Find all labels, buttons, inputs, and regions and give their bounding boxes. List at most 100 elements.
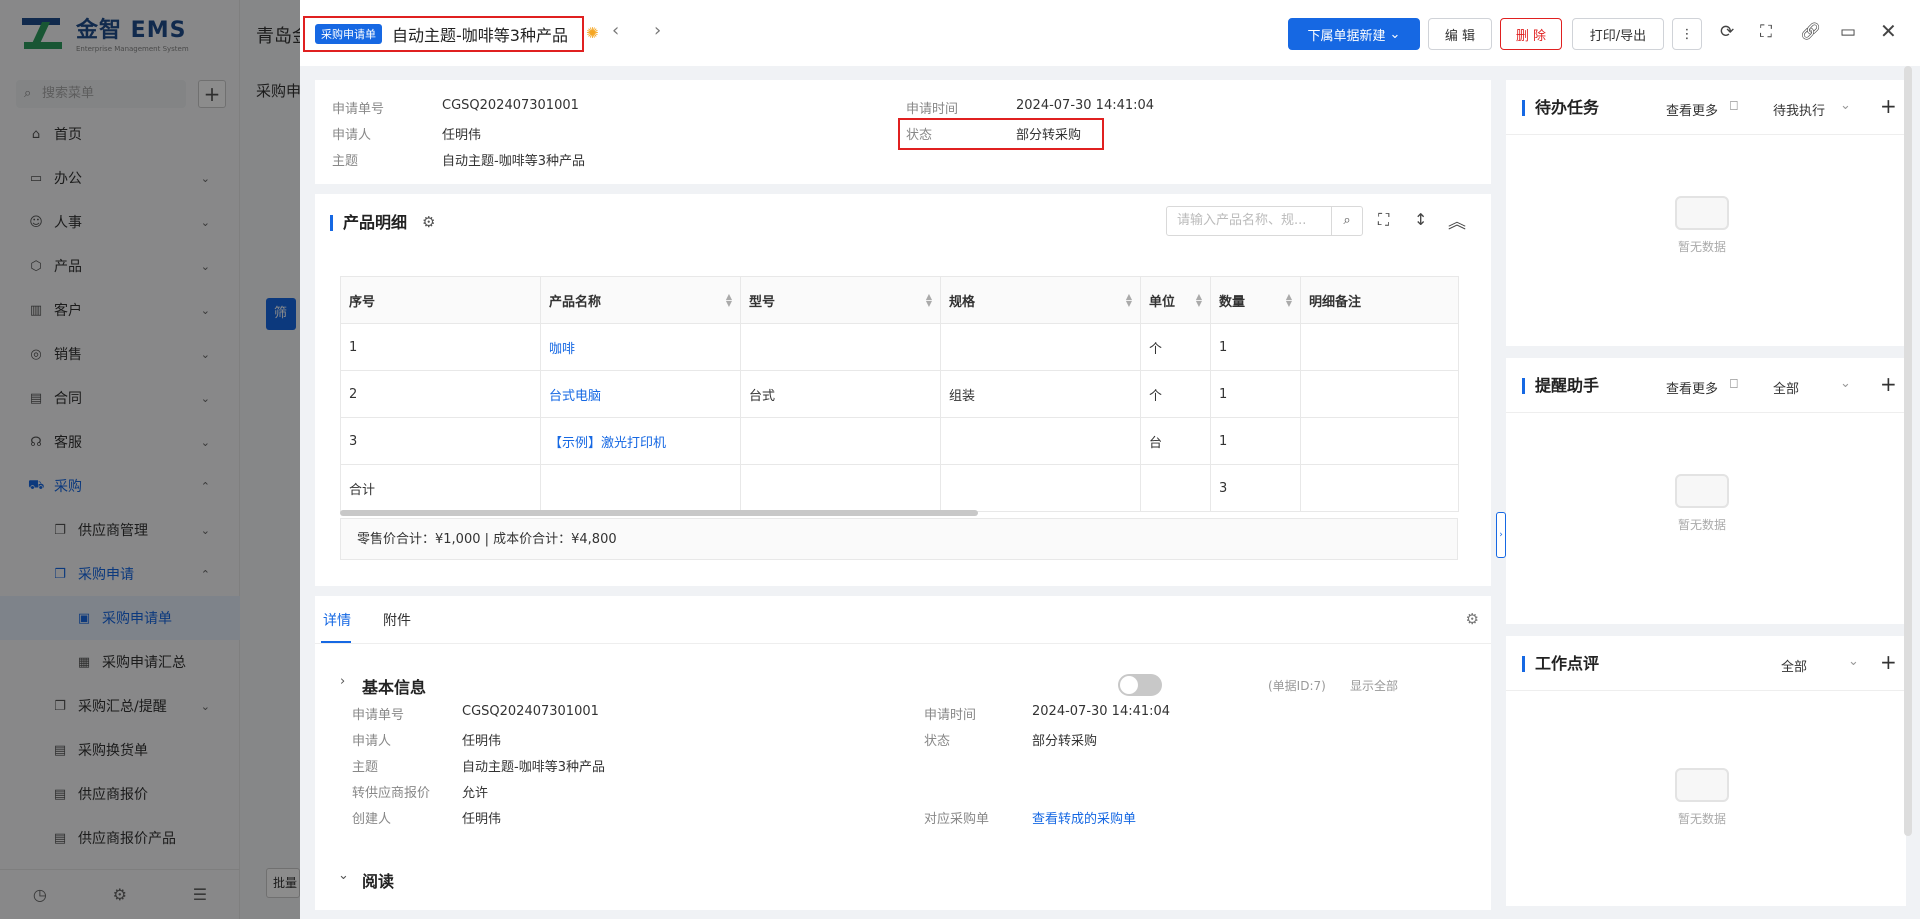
show-all-toggle[interactable] [1118, 674, 1162, 696]
remind-more-link[interactable]: 查看更多 [1666, 378, 1718, 397]
collapse-up-icon[interactable]: ︽ [1448, 208, 1466, 234]
cell-model: 台式 [740, 370, 941, 418]
product-link[interactable]: 【示例】激光打印机 [549, 436, 666, 451]
cell-name: 咖啡 [540, 323, 741, 371]
sort-icon[interactable]: ▲ ▼ [1126, 293, 1132, 308]
refresh-icon[interactable]: ⟳ [1720, 22, 1734, 42]
chevron-down-icon[interactable]: ⌄ [338, 868, 349, 883]
table-horizontal-scrollbar[interactable] [340, 510, 978, 516]
cell-qty: 1 [1210, 323, 1301, 371]
cell-unit: 台 [1140, 417, 1211, 465]
price-summary: 零售价合计：¥1,000 | 成本价合计：¥4,800 [340, 518, 1458, 560]
prev-record-icon[interactable]: ‹ [612, 20, 619, 41]
sort-icon[interactable]: ▲ ▼ [926, 293, 932, 308]
col-header-note[interactable]: 明细备注 [1300, 276, 1459, 324]
product-link[interactable]: 咖啡 [549, 342, 575, 357]
po-label: 对应采购单 [924, 812, 990, 827]
todo-filter-select[interactable]: 待我执行 [1773, 100, 1825, 119]
status-label: 状态 [906, 128, 933, 143]
delete-button[interactable]: 删 除 [1500, 18, 1562, 50]
fullscreen-icon[interactable]: ⛶ [1760, 22, 1772, 42]
close-icon[interactable]: ✕ [1880, 19, 1897, 43]
expand-icon[interactable]: ⛶ [1378, 210, 1389, 230]
cell-name: 台式电脑 [540, 370, 741, 418]
review-empty: 暂无数据 [1642, 768, 1762, 827]
po-link[interactable]: 查看转成的采购单 [1032, 808, 1136, 827]
search-icon[interactable]: ⌕ [1331, 206, 1363, 236]
product-link[interactable]: 台式电脑 [549, 389, 601, 404]
cell-note [1300, 323, 1459, 371]
review-title: 工作点评 [1522, 656, 1599, 672]
read-title[interactable]: 阅读 [362, 868, 394, 892]
col-header-spec[interactable]: 规格 ▲ ▼ [940, 276, 1141, 324]
sort-icon[interactable]: ▲ ▼ [1196, 293, 1202, 308]
col-header-no[interactable]: 序号 [340, 276, 541, 324]
detail-status-label: 状态 [924, 734, 951, 749]
chevron-down-icon[interactable]: ⌄ [1840, 376, 1851, 391]
cell-spec [940, 323, 1141, 371]
detail-requester-label: 申请人 [352, 734, 392, 749]
remind-title: 提醒助手 [1522, 378, 1599, 394]
dock-icon[interactable]: ▭ [1840, 22, 1856, 42]
cell-qty: 1 [1210, 417, 1301, 465]
detail-subject-label: 主题 [352, 760, 379, 775]
col-header-unit[interactable]: 单位 ▲ ▼ [1140, 276, 1211, 324]
show-all-label: 显示全部 [1350, 679, 1399, 693]
col-header-qty[interactable]: 数量 ▲ ▼ [1210, 276, 1301, 324]
detail-tabs: 详情 附件 ⚙ [315, 596, 1491, 644]
creator-value: 任明伟 [462, 812, 502, 827]
table-row[interactable]: 3 【示例】激光打印机 台 1 [340, 417, 1459, 465]
add-icon[interactable]: + [1880, 650, 1897, 674]
col-header-name[interactable]: 产品名称 ▲ ▼ [540, 276, 741, 324]
cell-qty: 1 [1210, 370, 1301, 418]
detail-request-no-value: CGSQ202407301001 [462, 704, 599, 719]
edit-button[interactable]: 编 辑 [1428, 18, 1492, 50]
chevron-down-icon[interactable]: ⌄ [1840, 98, 1851, 113]
next-record-icon[interactable]: › [654, 20, 661, 41]
chevron-right-icon[interactable]: › [340, 674, 345, 689]
drawer-vertical-scrollbar[interactable] [1904, 66, 1912, 836]
add-icon[interactable]: + [1880, 94, 1897, 118]
more-icon[interactable]: ⋮ [1672, 18, 1702, 50]
row-height-icon[interactable]: ↕ [1414, 210, 1427, 229]
print-export-button[interactable]: 打印/导出 [1572, 18, 1664, 50]
tab-detail[interactable]: 详情 [323, 610, 351, 630]
cell-spec: 组装 [940, 370, 1141, 418]
product-search-input[interactable]: 请输入产品名称、规... [1166, 206, 1332, 236]
requester-value: 任明伟 [442, 128, 482, 143]
detail-status-value: 部分转采购 [1032, 734, 1098, 749]
remind-filter-select[interactable]: 全部 [1773, 378, 1799, 397]
tab-attachment[interactable]: 附件 [383, 610, 411, 630]
empty-box-icon [1675, 196, 1729, 230]
cell-note [1300, 370, 1459, 418]
cell-unit: 个 [1140, 323, 1211, 371]
gear-icon[interactable]: ⚙ [1466, 610, 1479, 628]
todo-more-link[interactable]: 查看更多 [1666, 100, 1718, 119]
sub-doc-new-button[interactable]: 下属单据新建 ⌄ [1288, 18, 1420, 50]
cell-spec [940, 417, 1141, 465]
link-icon[interactable]: 🔗︎ [1800, 22, 1822, 42]
detail-card: 详情 附件 ⚙ [315, 596, 1491, 910]
sort-icon[interactable]: ▲ ▼ [726, 293, 732, 308]
sort-icon[interactable]: ▲ ▼ [1286, 293, 1292, 308]
cell-note [1300, 417, 1459, 465]
review-filter-select[interactable]: 全部 [1781, 656, 1807, 675]
active-tab-indicator [321, 641, 351, 643]
chevron-down-icon[interactable]: ⌄ [1848, 654, 1859, 669]
col-header-model[interactable]: 型号 ▲ ▼ [740, 276, 941, 324]
table-total-row: 合计 3 [340, 464, 1459, 512]
table-row[interactable]: 2 台式电脑 台式 组装 个 1 [340, 370, 1459, 418]
gear-icon[interactable]: ⚙ [422, 213, 435, 231]
table-row[interactable]: 1 咖啡 个 1 [340, 323, 1459, 371]
basic-info-title[interactable]: 基本信息 [362, 674, 426, 698]
follow-icon[interactable]: ✺ [586, 24, 599, 42]
expand-panel-handle[interactable]: › [1496, 512, 1506, 558]
quote-value: 允许 [462, 786, 489, 801]
requester-label: 申请人 [332, 128, 372, 143]
title-highlight: 采购申请单 自动主题-咖啡等3种产品 [303, 16, 584, 52]
detail-drawer: 采购申请单 自动主题-咖啡等3种产品 ✺ ‹ › 下属单据新建 ⌄ 编 辑 删 除… [300, 0, 1920, 919]
request-no-value: CGSQ202407301001 [442, 98, 579, 113]
doc-type-tag: 采购申请单 [315, 24, 382, 44]
creator-label: 创建人 [352, 812, 392, 827]
add-icon[interactable]: + [1880, 372, 1897, 396]
